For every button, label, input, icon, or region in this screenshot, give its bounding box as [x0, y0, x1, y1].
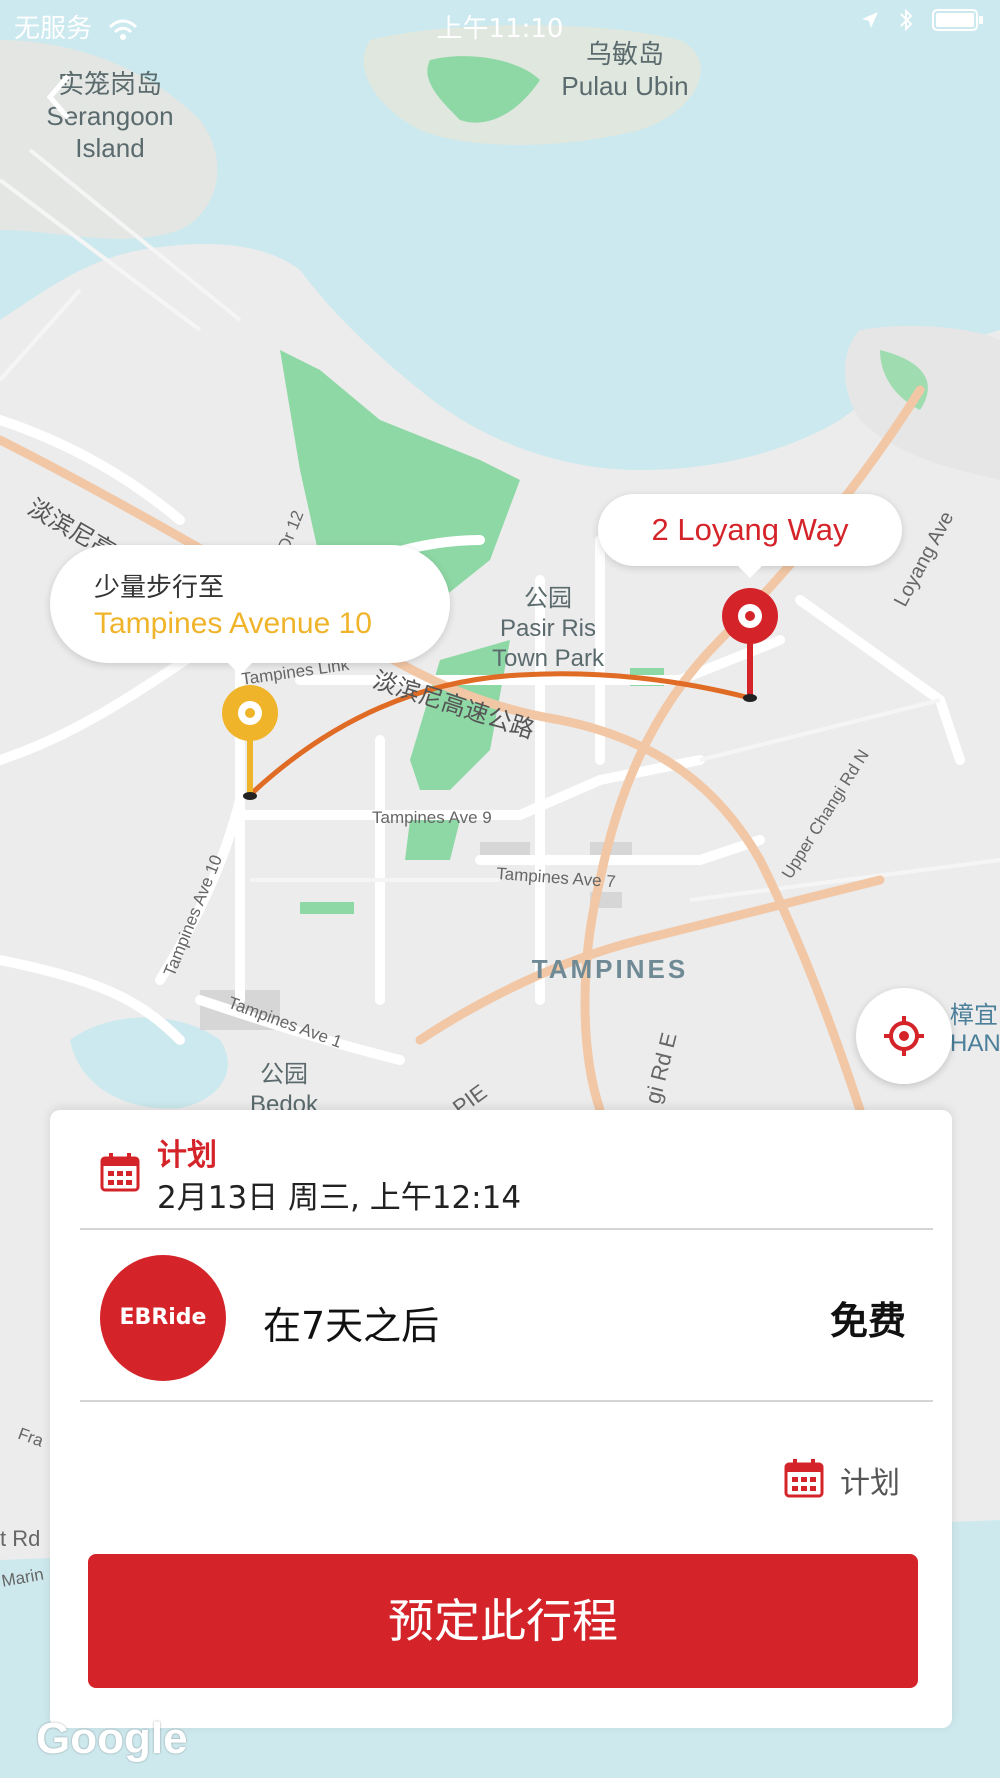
- destination-name: 2 Loyang Way: [651, 512, 849, 547]
- calendar-icon: [784, 1459, 824, 1498]
- plan-label: 计划: [840, 1466, 900, 1501]
- schedule-row[interactable]: 计划 2月13日 周三, 上午12:14: [50, 1110, 952, 1230]
- map-label-park-cn: 公园: [524, 585, 572, 612]
- road-label-t-rd: t Rd: [0, 1526, 41, 1551]
- pickup-name: Tampines Avenue 10: [94, 607, 372, 640]
- map-label-park: 公园 Pasir Ris Town Park: [476, 584, 620, 674]
- pickup-hint: 少量步行至: [94, 573, 225, 603]
- my-location-button[interactable]: [856, 988, 952, 1084]
- map-label-park-en1: Pasir Ris: [499, 615, 596, 642]
- book-trip-button[interactable]: 预定此行程: [88, 1554, 918, 1688]
- destination-callout[interactable]: 2 Loyang Way: [598, 494, 902, 578]
- divider-2: [80, 1400, 933, 1402]
- status-time: 上午11:10: [436, 14, 564, 44]
- price-text: 免费: [829, 1299, 906, 1343]
- pickup-callout[interactable]: 少量步行至 Tampines Avenue 10: [50, 545, 450, 675]
- map-label-changi: 樟宜 HAN: [950, 1002, 1000, 1058]
- crosshair-icon: [884, 1016, 924, 1056]
- map-label-bedok-cn: 公园: [260, 1061, 308, 1088]
- battery-icon: [932, 9, 983, 31]
- map-label-changi-cn: 樟宜: [950, 1002, 998, 1029]
- map-label-tampines-text: TAMPINES: [531, 954, 689, 984]
- map-label-park-en2: Town Park: [491, 645, 605, 672]
- bluetooth-icon: [900, 8, 913, 32]
- status-right-icons: [860, 8, 984, 32]
- plan-button[interactable]: 计划: [784, 1458, 914, 1502]
- map-label-tampines: TAMPINES: [510, 953, 710, 985]
- back-button[interactable]: [44, 72, 84, 128]
- google-watermark: Google: [36, 1714, 188, 1763]
- status-bar: 无服务 上午11:10: [0, 0, 1000, 50]
- location-arrow-icon: [862, 12, 878, 28]
- availability-text: 在7天之后: [263, 1304, 440, 1348]
- map-label-ubin-en: Pulau Ubin: [561, 71, 689, 101]
- trip-panel: 计划 2月13日 周三, 上午12:14 EBRide 在7天之后 免费 计划 …: [50, 1110, 952, 1728]
- provider-logo: EBRide: [100, 1255, 226, 1381]
- calendar-icon: [100, 1153, 140, 1192]
- schedule-datetime: 2月13日 周三, 上午12:14: [157, 1180, 522, 1216]
- schedule-title: 计划: [157, 1138, 217, 1173]
- road-label-tampines-ave9: Tampines Ave 9: [372, 808, 492, 827]
- chevron-left-icon: [46, 74, 70, 120]
- map-label-serangoon-en2: Island: [75, 133, 145, 163]
- park-small2: [300, 902, 354, 914]
- map-label-changi-en: HAN: [950, 1030, 1000, 1057]
